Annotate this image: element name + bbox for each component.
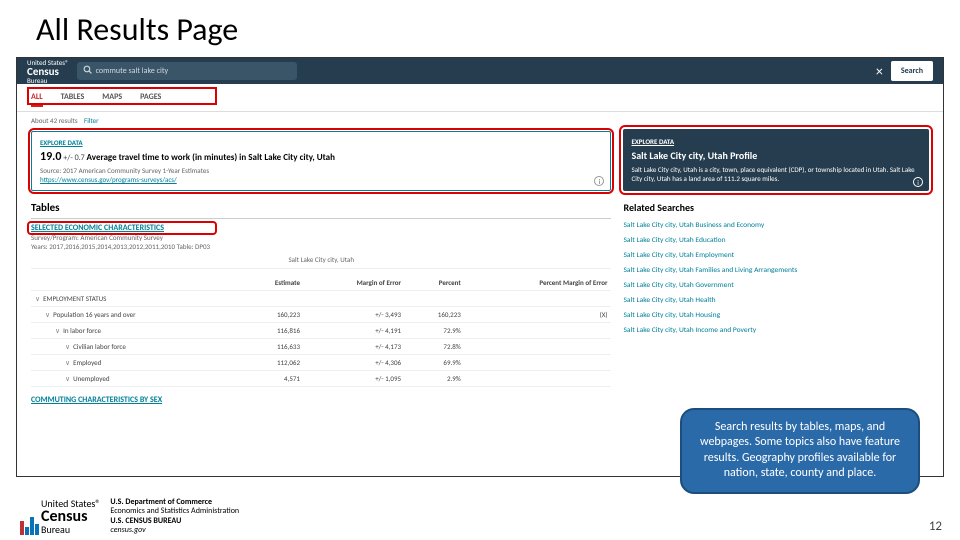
related-item[interactable]: Salt Lake City city, Utah Income and Pov… bbox=[623, 323, 929, 338]
cell: 69.9% bbox=[405, 355, 465, 371]
related-item[interactable]: Salt Lake City city, Utah Education bbox=[623, 233, 929, 248]
row-label: ∨Population 16 years and over bbox=[31, 307, 240, 323]
cell: 116,633 bbox=[240, 339, 304, 355]
table-geo-header: Salt Lake City city, Utah bbox=[31, 251, 611, 269]
tables-heading: Tables bbox=[31, 201, 611, 214]
cell bbox=[405, 291, 465, 307]
cell: +/- 4,306 bbox=[304, 355, 405, 371]
cell: 4,571 bbox=[240, 371, 304, 387]
logo-bars-icon bbox=[20, 517, 39, 535]
page-number: 12 bbox=[929, 519, 942, 534]
table-card: SELECTED ECONOMIC CHARACTERISTICS Survey… bbox=[31, 218, 611, 405]
cell: +/- 4,191 bbox=[304, 323, 405, 339]
col-percent: Percent bbox=[405, 275, 465, 291]
related-item[interactable]: Salt Lake City city, Utah Families and L… bbox=[623, 263, 929, 278]
related-list: Salt Lake City city, Utah Business and E… bbox=[623, 218, 929, 338]
info-icon[interactable]: i bbox=[913, 177, 923, 187]
cell: 160,223 bbox=[405, 307, 465, 323]
table-row: ∨Unemployed4,571+/- 1,0952.9% bbox=[31, 371, 611, 387]
explore-data-link[interactable]: EXPLORE DATA bbox=[40, 138, 602, 147]
cell: 112,062 bbox=[240, 355, 304, 371]
logo-main: Census bbox=[27, 66, 69, 77]
related-item[interactable]: Salt Lake City city, Utah Employment bbox=[623, 248, 929, 263]
feature-url[interactable]: https://www.census.gov/programs-surveys/… bbox=[40, 175, 602, 184]
cell bbox=[465, 371, 612, 387]
profile-title: Salt Lake City city, Utah Profile bbox=[631, 149, 921, 162]
table-row: ∨In labor force116,816+/- 4,19172.9% bbox=[31, 323, 611, 339]
related-item[interactable]: Salt Lake City city, Utah Business and E… bbox=[623, 218, 929, 233]
footer-line4: census.gov bbox=[110, 526, 239, 536]
col-estimate: Estimate bbox=[240, 275, 304, 291]
row-label: ∨EMPLOYMENT STATUS bbox=[31, 291, 240, 307]
related-item[interactable]: Salt Lake City city, Utah Housing bbox=[623, 308, 929, 323]
feature-source: Source: 2017 American Community Survey 1… bbox=[40, 166, 602, 175]
filter-link[interactable]: Filter bbox=[84, 116, 99, 125]
explore-data-link[interactable]: EXPLORE DATA bbox=[631, 137, 921, 146]
footer-logo: United States® Census Bureau bbox=[20, 499, 100, 535]
col-moe: Margin of Error bbox=[304, 275, 405, 291]
cell: 116,816 bbox=[240, 323, 304, 339]
col-pmoe: Percent Margin of Error bbox=[465, 275, 612, 291]
profile-card[interactable]: EXPLORE DATA Salt Lake City city, Utah P… bbox=[623, 129, 929, 191]
slide-title: All Results Page bbox=[0, 0, 960, 57]
cell: +/- 3,493 bbox=[304, 307, 405, 323]
footer: United States® Census Bureau U.S. Depart… bbox=[20, 498, 239, 536]
cell: 160,223 bbox=[240, 307, 304, 323]
cell bbox=[240, 291, 304, 307]
close-icon[interactable]: × bbox=[876, 63, 883, 80]
cell: +/- 4,173 bbox=[304, 339, 405, 355]
census-logo: United States® Census Bureau bbox=[27, 59, 69, 84]
tab-maps[interactable]: MAPS bbox=[102, 92, 122, 107]
search-input[interactable]: commute salt lake city bbox=[77, 62, 297, 80]
col-label bbox=[31, 275, 240, 291]
callout-bubble: Search results by tables, maps, and webp… bbox=[680, 408, 920, 494]
info-icon[interactable]: i bbox=[594, 176, 604, 186]
search-button[interactable]: Search bbox=[891, 61, 933, 81]
filter-row: About 42 results Filter bbox=[17, 112, 943, 129]
cell bbox=[465, 339, 612, 355]
related-heading: Related Searches bbox=[623, 201, 929, 214]
related-item[interactable]: Salt Lake City city, Utah Health bbox=[623, 293, 929, 308]
tab-all[interactable]: ALL bbox=[31, 92, 43, 107]
footer-logo-sub: Bureau bbox=[41, 525, 100, 535]
row-label: ∨Employed bbox=[31, 355, 240, 371]
row-label: ∨Civilian labor force bbox=[31, 339, 240, 355]
cell bbox=[465, 355, 612, 371]
result-count: About 42 results bbox=[31, 116, 78, 125]
logo-sub: Bureau bbox=[27, 77, 69, 84]
topbar: United States® Census Bureau commute sal… bbox=[17, 58, 943, 84]
table-row: ∨Population 16 years and over160,223+/- … bbox=[31, 307, 611, 323]
search-value: commute salt lake city bbox=[96, 66, 169, 76]
related-item[interactable]: Salt Lake City city, Utah Government bbox=[623, 278, 929, 293]
feature-value: 19.0 bbox=[40, 150, 61, 164]
row-label: ∨In labor force bbox=[31, 323, 240, 339]
cell: 2.9% bbox=[405, 371, 465, 387]
tab-pages[interactable]: PAGES bbox=[140, 92, 161, 107]
tabs: ALL TABLES MAPS PAGES bbox=[17, 84, 943, 112]
data-table: Estimate Margin of Error Percent Percent… bbox=[31, 275, 611, 387]
feature-moe: +/- 0.7 bbox=[63, 153, 84, 163]
tab-tables[interactable]: TABLES bbox=[61, 92, 85, 107]
feature-title: Average travel time to work (in minutes)… bbox=[87, 152, 335, 163]
table-title-link[interactable]: SELECTED ECONOMIC CHARACTERISTICS bbox=[31, 223, 164, 233]
cell: (X) bbox=[465, 307, 612, 323]
table-years: Years: 2017,2016,2015,2014,2013,2012,201… bbox=[31, 242, 611, 251]
cell: 72.8% bbox=[405, 339, 465, 355]
row-label: ∨Unemployed bbox=[31, 371, 240, 387]
cell bbox=[465, 323, 612, 339]
cell bbox=[304, 291, 405, 307]
cell bbox=[465, 291, 612, 307]
cell: 72.9% bbox=[405, 323, 465, 339]
profile-desc: Salt Lake City city, Utah is a city, tow… bbox=[631, 165, 921, 183]
next-table-link[interactable]: COMMUTING CHARACTERISTICS BY SEX bbox=[31, 395, 611, 405]
footer-dept: U.S. Department of Commerce Economics an… bbox=[110, 498, 239, 536]
search-icon bbox=[83, 65, 92, 77]
cell: +/- 1,095 bbox=[304, 371, 405, 387]
table-header-row: Estimate Margin of Error Percent Percent… bbox=[31, 275, 611, 291]
table-row: ∨Employed112,062+/- 4,30669.9% bbox=[31, 355, 611, 371]
table-row: ∨Civilian labor force116,633+/- 4,17372.… bbox=[31, 339, 611, 355]
table-row: ∨EMPLOYMENT STATUS bbox=[31, 291, 611, 307]
table-program: Survey/Program: American Community Surve… bbox=[31, 233, 611, 242]
feature-result-card[interactable]: EXPLORE DATA 19.0 +/- 0.7 Average travel… bbox=[31, 131, 611, 191]
